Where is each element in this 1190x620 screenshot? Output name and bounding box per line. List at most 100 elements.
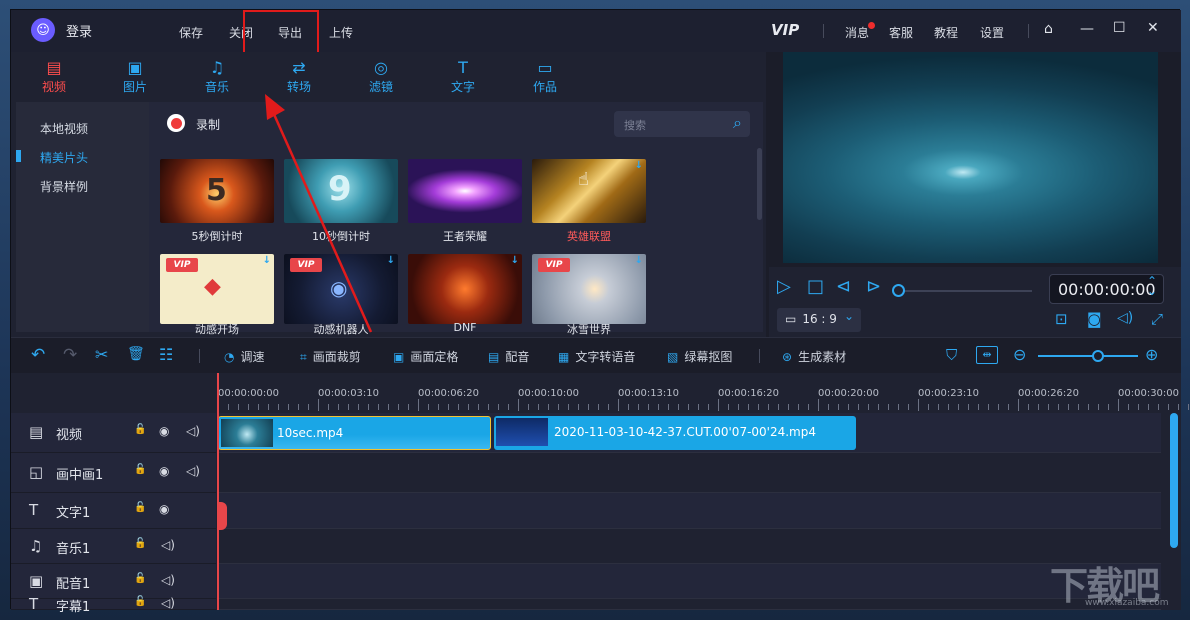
record-icon[interactable]: [167, 114, 185, 132]
track-lane[interactable]: [217, 564, 1161, 599]
avatar-icon[interactable]: ☺: [31, 18, 55, 42]
speaker-icon[interactable]: ◁): [161, 538, 175, 552]
delete-icon[interactable]: 🗑: [127, 346, 145, 362]
fullscreen-icon[interactable]: ⤢: [1151, 310, 1163, 328]
eye-icon[interactable]: ◉: [159, 464, 169, 478]
zoom-in-icon[interactable]: ⊕: [1145, 345, 1158, 364]
crop-button[interactable]: ⌗ 画面裁剪: [300, 348, 361, 365]
thumbnail-league-of-legends[interactable]: ↓ ☝: [532, 159, 646, 223]
tab-transition[interactable]: ⇄ 转场: [269, 58, 329, 95]
stop-icon[interactable]: □: [807, 276, 824, 297]
redo-icon[interactable]: ↷: [63, 345, 77, 365]
track-lane[interactable]: [217, 453, 1161, 493]
snapshot-settings-icon[interactable]: ⊡: [1055, 310, 1068, 328]
home-icon[interactable]: ⌂: [1044, 21, 1053, 37]
ruler-tick: [388, 404, 389, 410]
progress-track[interactable]: [897, 290, 1032, 292]
menu-upload[interactable]: 上传: [329, 24, 353, 41]
play-icon[interactable]: ▷: [777, 276, 791, 297]
minimize-icon[interactable]: —: [1080, 21, 1094, 37]
timecode-display[interactable]: 00:00:00:00 ⌃ ⌄: [1049, 274, 1164, 304]
prev-frame-icon[interactable]: ⊲: [836, 276, 851, 297]
download-icon[interactable]: ↓: [387, 255, 395, 266]
thumbnail-dnf[interactable]: ↓: [408, 254, 522, 324]
track-header[interactable]: T 文字1 🔓 ◉: [11, 493, 216, 529]
next-frame-icon[interactable]: ⊳: [866, 276, 881, 297]
eye-icon[interactable]: ◉: [159, 502, 169, 516]
login-button[interactable]: 登录: [66, 21, 92, 40]
tutorial-link[interactable]: 教程: [934, 24, 958, 41]
speaker-icon[interactable]: ◁): [161, 573, 175, 587]
lock-icon[interactable]: 🔓: [134, 502, 146, 513]
sidebar-item-local-video[interactable]: 本地视频: [40, 120, 88, 137]
camera-icon[interactable]: ◙: [1087, 310, 1102, 328]
sidebar-item-intros[interactable]: 精美片头: [40, 149, 88, 166]
track-lane[interactable]: [217, 599, 1161, 610]
undo-icon[interactable]: ↶: [31, 345, 45, 365]
close-icon[interactable]: ✕: [1147, 20, 1159, 36]
speaker-icon[interactable]: ◁): [186, 424, 200, 438]
tab-filter[interactable]: ◎ 滤镜: [351, 58, 411, 95]
speaker-icon[interactable]: ◁): [186, 464, 200, 478]
text-to-speech-button[interactable]: ▦ 文字转语音: [558, 348, 635, 365]
track-lane[interactable]: [217, 493, 1161, 529]
timeline-ruler[interactable]: 00:00:00:00 00:00:03:10 00:00:06:20 00:00:1…: [11, 373, 1189, 413]
freeze-frame-button[interactable]: ▣ 画面定格: [393, 348, 458, 365]
messages-link[interactable]: 消息: [845, 24, 869, 41]
search-icon[interactable]: ⌕: [733, 113, 742, 133]
zoom-handle[interactable]: [1092, 350, 1104, 362]
tab-text[interactable]: T 文字: [433, 58, 493, 95]
record-button[interactable]: 录制: [196, 116, 220, 133]
zoom-out-icon[interactable]: ⊖: [1013, 345, 1026, 364]
aspect-ratio-select[interactable]: ▭ 16 : 9 ⌄: [777, 308, 861, 332]
progress-handle[interactable]: [892, 284, 905, 297]
fit-timeline-icon[interactable]: ⇹: [976, 346, 998, 364]
download-icon[interactable]: ↓: [635, 160, 643, 171]
speed-button[interactable]: ◔ 调速: [224, 348, 265, 365]
settings-link[interactable]: 设置: [980, 24, 1004, 41]
green-screen-button[interactable]: ▧ 绿幕抠图: [667, 348, 732, 365]
search-input[interactable]: 搜索 ⌕: [614, 111, 750, 137]
dubbing-button[interactable]: ▤ 配音: [488, 348, 529, 365]
settings-icon[interactable]: ☷: [159, 345, 173, 364]
vip-button[interactable]: VIP: [771, 21, 799, 39]
support-link[interactable]: 客服: [889, 24, 913, 41]
track-header[interactable]: ◱ 画中画1 🔓 ◉ ◁): [11, 453, 216, 493]
download-icon[interactable]: ↓: [511, 255, 519, 266]
sidebar-item-backgrounds[interactable]: 背景样例: [40, 178, 88, 195]
lock-icon[interactable]: 🔓: [134, 424, 146, 435]
spin-down-icon[interactable]: ⌄: [1147, 284, 1157, 298]
lock-icon[interactable]: 🔓: [134, 573, 146, 584]
thumbnail-ice-world[interactable]: VIP ↓: [532, 254, 646, 324]
video-clip[interactable]: 2020-11-03-10-42-37.CUT.00'07-00'24.mp4: [494, 416, 856, 450]
volume-icon[interactable]: ◁): [1117, 310, 1133, 326]
tab-image[interactable]: ▣ 图片: [105, 58, 165, 95]
menu-save[interactable]: 保存: [179, 24, 203, 41]
lock-icon[interactable]: 🔓: [134, 596, 146, 607]
lock-icon[interactable]: 🔓: [134, 538, 146, 549]
track-header[interactable]: ♫ 音乐1 🔓 ◁): [11, 529, 216, 564]
zoom-slider[interactable]: [1038, 355, 1138, 357]
tts-icon: ▦: [558, 350, 570, 364]
track-header[interactable]: ▣ 配音1 🔓 ◁): [11, 564, 216, 599]
playhead-handle[interactable]: [217, 502, 227, 530]
maximize-icon[interactable]: ☐: [1113, 20, 1126, 36]
eye-icon[interactable]: ◉: [159, 424, 169, 438]
track-lane[interactable]: [217, 529, 1161, 564]
cut-icon[interactable]: ✂: [95, 345, 108, 364]
content-scrollbar[interactable]: [757, 148, 762, 220]
tab-works[interactable]: ▭ 作品: [515, 58, 575, 95]
download-icon[interactable]: ↓: [635, 255, 643, 266]
speaker-icon[interactable]: ◁): [161, 596, 175, 610]
timeline-scrollbar[interactable]: [1170, 413, 1178, 548]
lock-icon[interactable]: 🔓: [134, 464, 146, 475]
generate-material-button[interactable]: ⊛ 生成素材: [782, 348, 846, 365]
tab-music[interactable]: ♫ 音乐: [187, 58, 247, 95]
thumbnail-honor-of-kings[interactable]: [408, 159, 522, 223]
track-header[interactable]: ▤ 视频 🔓 ◉ ◁): [11, 413, 216, 453]
tab-video[interactable]: ▤ 视频: [24, 58, 84, 95]
track-header[interactable]: T 字幕1 🔓 ◁): [11, 595, 216, 615]
playhead[interactable]: [217, 373, 219, 610]
marker-icon[interactable]: ⛉: [946, 346, 957, 364]
video-clip[interactable]: 10sec.mp4: [218, 416, 491, 450]
